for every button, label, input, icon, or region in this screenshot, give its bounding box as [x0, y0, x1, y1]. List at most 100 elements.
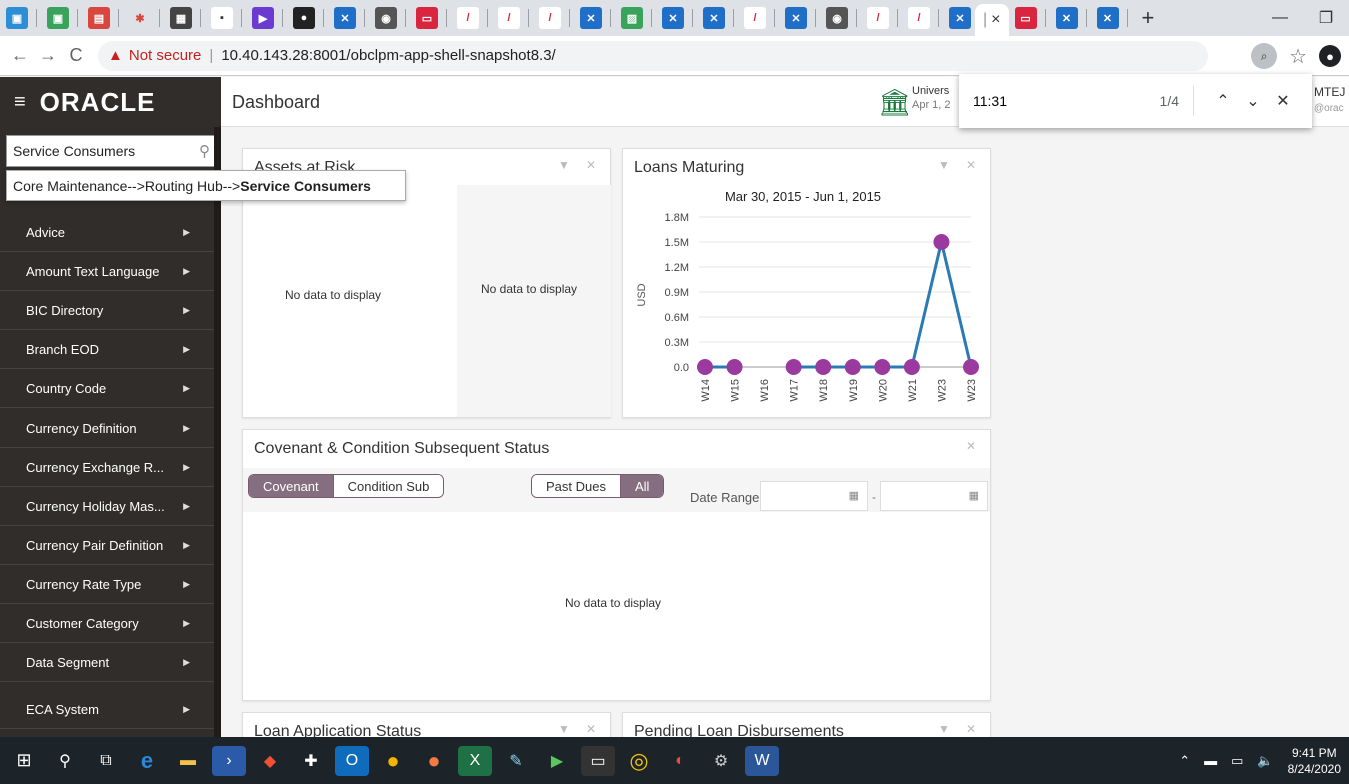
sidebar-item-currency-exchange[interactable]: Currency Exchange R... ▶ [0, 448, 214, 487]
tab-favicon[interactable]: / [457, 7, 479, 29]
chrome-icon[interactable]: ● [376, 746, 410, 776]
tab-favicon[interactable]: ✕ [334, 7, 356, 29]
date-range-start-input[interactable]: ▦ [760, 481, 868, 511]
edge-icon[interactable]: e [130, 746, 164, 776]
restore-icon[interactable]: ❐ [1303, 8, 1349, 28]
tab-favicon[interactable]: ◉ [375, 7, 397, 29]
calendar-icon[interactable]: ▦ [969, 489, 979, 502]
powershell-icon[interactable]: › [212, 745, 246, 776]
close-icon[interactable]: ✕ [966, 722, 976, 736]
zoom-icon[interactable]: ⌕ [1251, 43, 1278, 69]
tab-favicon[interactable]: ✕ [1096, 7, 1119, 29]
chevron-up-icon[interactable]: ⌃ [1208, 91, 1238, 111]
sidebar-item-amount-text-language[interactable]: Amount Text Language ▶ [0, 252, 214, 291]
sidebar-item-currency-rate-type[interactable]: Currency Rate Type ▶ [0, 565, 214, 604]
tab-favicon[interactable]: / [498, 7, 520, 29]
search-suggestion-item[interactable]: Core Maintenance-->Routing Hub--> Service… [6, 170, 406, 201]
chevron-up-icon[interactable]: ⌃ [1179, 753, 1190, 769]
tab-favicon[interactable]: / [744, 7, 766, 29]
url-text[interactable]: 10.40.143.28:8001/obclpm-app-shell-snaps… [221, 47, 555, 64]
tab-favicon[interactable]: ▭ [1014, 7, 1037, 29]
tab-favicon[interactable]: ✕ [1055, 7, 1078, 29]
bank-icon[interactable]: 🏛 [878, 87, 911, 118]
sidebar-item-customer-category[interactable]: Customer Category ▶ [0, 604, 214, 643]
windows-start-icon[interactable]: ⊞ [7, 746, 41, 776]
reload-button[interactable]: C [62, 45, 90, 66]
sidebar-item-currency-holiday[interactable]: Currency Holiday Mas... ▶ [0, 487, 214, 526]
sidebar-item-bic-directory[interactable]: BIC Directory ▶ [0, 291, 214, 330]
task-view-icon[interactable]: ⧉ [89, 746, 123, 776]
filter-icon[interactable]: ▼ [938, 158, 950, 172]
app-icon[interactable]: ◎ [622, 746, 656, 776]
sidebar-item-advice[interactable]: Advice ▶ [0, 213, 214, 252]
notepad-icon[interactable]: ✎ [499, 746, 533, 776]
covenant-toggle-button[interactable]: Covenant [249, 475, 334, 497]
minimize-icon[interactable]: — [1257, 9, 1303, 27]
hamburger-menu-icon[interactable]: ≡ [14, 91, 26, 114]
data-point[interactable] [726, 359, 743, 375]
tab-favicon[interactable]: ✱ [129, 7, 151, 29]
sidebar-item-branch-eod[interactable]: Branch EOD ▶ [0, 330, 214, 369]
close-icon[interactable]: ✕ [966, 158, 976, 172]
tab-favicon[interactable]: ✕ [580, 7, 602, 29]
tab-favicon[interactable]: ✕ [949, 7, 971, 29]
branch-name[interactable]: Univers [912, 85, 949, 97]
menu-search-input[interactable] [13, 143, 199, 159]
app-icon[interactable]: ◐ [663, 746, 697, 776]
data-point[interactable] [815, 359, 832, 375]
tab-favicon[interactable]: ✕ [662, 7, 684, 29]
filter-icon[interactable]: ▼ [558, 722, 570, 736]
close-icon[interactable]: ✕ [966, 439, 976, 453]
sidebar-item-data-segment[interactable]: Data Segment ▶ [0, 643, 214, 682]
git-icon[interactable]: ◆ [253, 746, 287, 776]
settings-icon[interactable]: ⚙ [704, 746, 738, 776]
tab-favicon[interactable]: ● [293, 7, 315, 29]
tab-favicon[interactable]: ▦ [170, 7, 192, 29]
close-icon[interactable]: ✕ [586, 158, 596, 172]
tab-favicon[interactable]: ▨ [621, 7, 643, 29]
sidebar-scrollbar[interactable] [214, 127, 221, 737]
url-field[interactable]: ▲ Not secure | 10.40.143.28:8001/obclpm-… [98, 40, 1208, 71]
tab-favicon[interactable]: ▣ [6, 7, 28, 29]
back-button[interactable]: ← [6, 45, 34, 66]
tab-favicon[interactable]: ▪ [211, 7, 233, 29]
terminal-icon[interactable]: ▭ [581, 745, 615, 776]
not-secure-label[interactable]: Not secure [129, 47, 202, 64]
sidebar-item-currency-definition[interactable]: Currency Definition ▶ [0, 409, 214, 448]
tab-favicon[interactable]: ◉ [826, 7, 848, 29]
volume-icon[interactable]: 🔈 [1257, 753, 1273, 769]
find-input[interactable]: 11:31 [973, 93, 1160, 109]
tab-favicon[interactable]: ▣ [47, 7, 69, 29]
condition-sub-toggle-button[interactable]: Condition Sub [333, 475, 444, 497]
tab-favicon[interactable]: ✕ [785, 7, 807, 29]
app-icon[interactable]: ✚ [294, 746, 328, 776]
filter-icon[interactable]: ▼ [558, 158, 570, 172]
user-name[interactable]: MTEJ [1314, 85, 1345, 99]
outlook-icon[interactable]: O [335, 745, 369, 776]
postman-icon[interactable]: ● [417, 746, 451, 776]
search-icon[interactable]: ⚲ [48, 746, 82, 776]
tab-favicon[interactable]: ▶ [252, 7, 274, 29]
close-icon[interactable]: ✕ [586, 722, 596, 736]
sidebar-item-currency-pair-definition[interactable]: Currency Pair Definition ▶ [0, 526, 214, 565]
sidebar-item-country-code[interactable]: Country Code ▶ [0, 369, 214, 408]
app-icon[interactable]: ▶ [540, 746, 574, 776]
sidebar-item-eca-system[interactable]: ECA System ▶ [0, 690, 214, 729]
data-point[interactable] [785, 359, 802, 375]
filter-icon[interactable]: ▼ [938, 722, 950, 736]
tab-favicon[interactable]: ▤ [88, 7, 110, 29]
new-tab-button[interactable]: + [1142, 5, 1155, 31]
data-point[interactable] [963, 359, 979, 375]
data-point[interactable] [903, 359, 920, 375]
network-icon[interactable]: ▭ [1231, 753, 1243, 769]
all-toggle-button[interactable]: All [620, 475, 664, 497]
word-icon[interactable]: W [745, 745, 779, 776]
bookmark-star-icon[interactable]: ☆ [1289, 44, 1307, 69]
profile-icon[interactable]: ● [1319, 45, 1341, 67]
excel-icon[interactable]: X [458, 745, 492, 776]
data-point[interactable] [697, 359, 713, 375]
data-point[interactable] [844, 359, 861, 375]
data-point[interactable] [874, 359, 891, 375]
file-explorer-icon[interactable]: ▬ [171, 746, 205, 776]
past-dues-toggle-button[interactable]: Past Dues [532, 475, 621, 497]
